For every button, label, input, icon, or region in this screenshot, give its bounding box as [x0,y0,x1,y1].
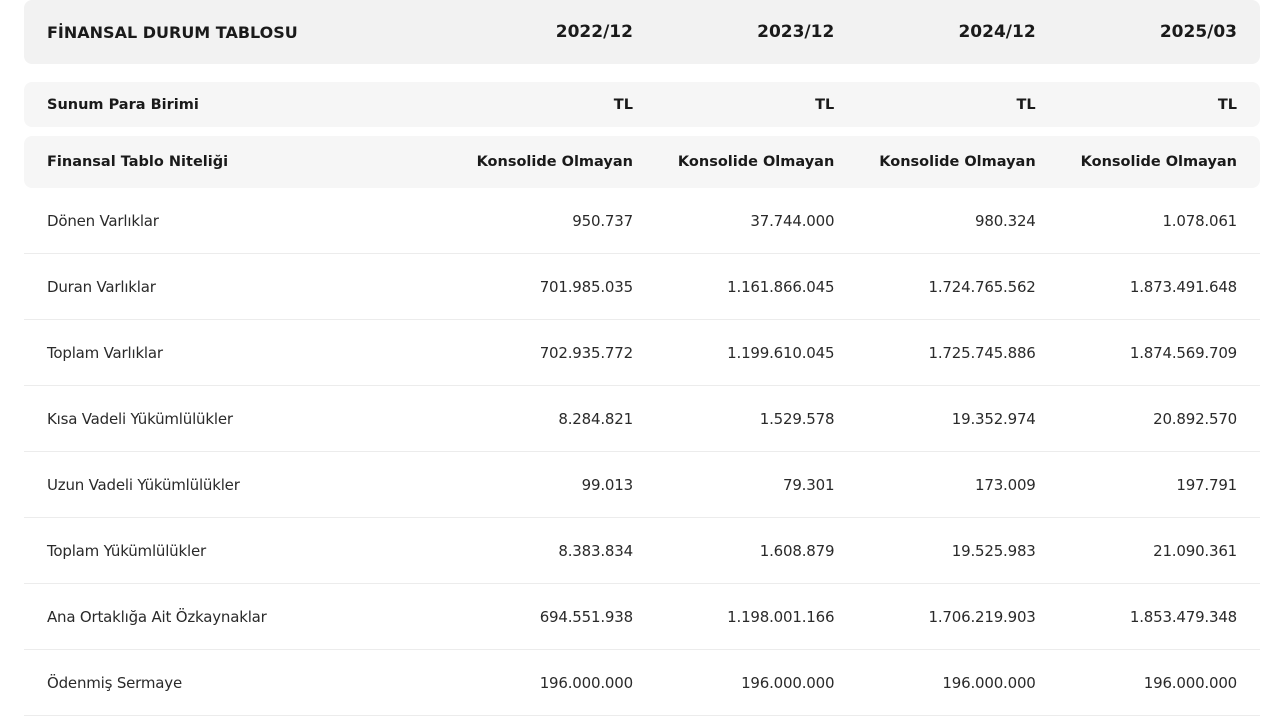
row-value: 196.000.000 [741,673,835,692]
row-value: 1.873.491.648 [1129,277,1238,296]
currency-value: TL [613,96,633,113]
row-value: 99.013 [581,475,633,494]
statement-nature-label: Finansal Tablo Niteliği [47,154,229,170]
table-row: Toplam Varlıklar 702.935.772 1.199.610.0… [24,320,1260,386]
row-value: 1.874.569.709 [1129,343,1238,362]
row-value: 1.608.879 [759,541,835,560]
row-value: 197.791 [1176,475,1238,494]
row-value: 980.324 [975,211,1036,230]
row-value: 950.737 [572,211,633,230]
period-header: 2022/12 [555,22,633,42]
currency-value: TL [1016,96,1036,113]
row-value: 1.725.745.886 [928,343,1036,362]
row-label: Toplam Yükümlülükler [47,541,206,560]
row-value: 196.000.000 [1143,673,1238,692]
period-header: 2024/12 [958,22,1036,42]
row-value: 1.529.578 [759,409,835,428]
row-label: Ödenmiş Sermaye [47,673,182,692]
row-value: 8.383.834 [558,541,633,560]
statement-nature-value: Konsolide Olmayan [476,154,633,170]
currency-value: TL [815,96,835,113]
currency-row: Sunum Para Birimi TL TL TL TL [24,82,1260,127]
row-value: 20.892.570 [1153,409,1238,428]
row-value: 8.284.821 [558,409,633,428]
table-header-row: FİNANSAL DURUM TABLOSU 2022/12 2023/12 2… [24,0,1260,64]
row-label: Ana Ortaklığa Ait Özkaynaklar [47,607,267,626]
row-value: 1.724.765.562 [928,277,1036,296]
row-value: 1.198.001.166 [727,607,835,626]
table-title: FİNANSAL DURUM TABLOSU [47,22,298,42]
table-row: Duran Varlıklar 701.985.035 1.161.866.04… [24,254,1260,320]
table-row: Ana Ortaklığa Ait Özkaynaklar 694.551.93… [24,584,1260,650]
row-value: 196.000.000 [539,673,633,692]
row-value: 1.078.061 [1162,211,1238,230]
currency-label: Sunum Para Birimi [47,96,199,113]
table-row: Uzun Vadeli Yükümlülükler 99.013 79.301 … [24,452,1260,518]
statement-nature-value: Konsolide Olmayan [879,154,1036,170]
statement-nature-value: Konsolide Olmayan [677,154,835,170]
table-row: Dönen Varlıklar 950.737 37.744.000 980.3… [24,188,1260,254]
row-value: 1.161.866.045 [727,277,835,296]
statement-nature-value: Konsolide Olmayan [1080,154,1238,170]
row-value: 173.009 [975,475,1036,494]
financial-statement-table: FİNANSAL DURUM TABLOSU 2022/12 2023/12 2… [24,0,1260,716]
row-value: 1.853.479.348 [1129,607,1238,626]
currency-value: TL [1217,96,1238,113]
table-row: Ödenmiş Sermaye 196.000.000 196.000.000 … [24,650,1260,716]
period-header: 2023/12 [757,22,835,42]
row-value: 701.985.035 [539,277,633,296]
period-header: 2025/03 [1159,22,1238,42]
table-row: Toplam Yükümlülükler 8.383.834 1.608.879… [24,518,1260,584]
table-row: Kısa Vadeli Yükümlülükler 8.284.821 1.52… [24,386,1260,452]
row-value: 19.352.974 [951,409,1036,428]
row-value: 196.000.000 [942,673,1036,692]
row-value: 702.935.772 [539,343,633,362]
row-label: Duran Varlıklar [47,277,156,296]
row-label: Uzun Vadeli Yükümlülükler [47,475,240,494]
row-value: 37.744.000 [750,211,835,230]
row-value: 21.090.361 [1153,541,1238,560]
row-label: Kısa Vadeli Yükümlülükler [47,409,233,428]
row-label: Dönen Varlıklar [47,211,159,230]
row-value: 19.525.983 [951,541,1036,560]
row-label: Toplam Varlıklar [47,343,163,362]
row-value: 694.551.938 [539,607,633,626]
row-value: 1.199.610.045 [727,343,835,362]
row-value: 1.706.219.903 [928,607,1036,626]
row-value: 79.301 [783,475,835,494]
statement-nature-row: Finansal Tablo Niteliği Konsolide Olmaya… [24,136,1260,188]
